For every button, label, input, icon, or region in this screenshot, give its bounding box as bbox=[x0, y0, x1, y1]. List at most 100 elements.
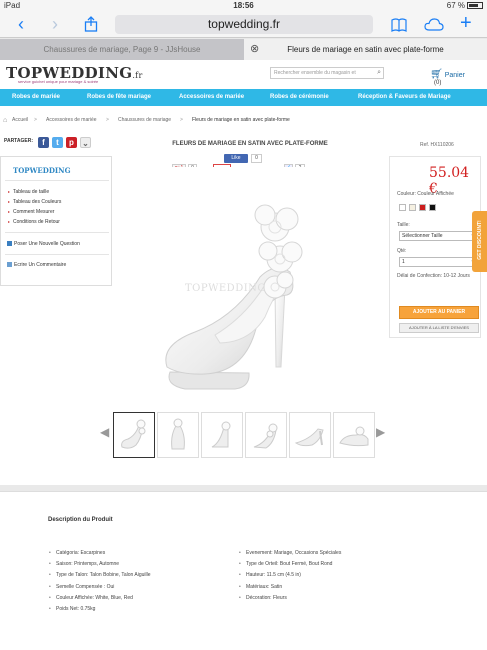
thumbnail[interactable] bbox=[157, 412, 199, 458]
nav-item-ceremonie[interactable]: Robes de cérémonie bbox=[270, 89, 329, 106]
question-icon bbox=[7, 241, 12, 246]
color-swatch[interactable] bbox=[429, 204, 436, 211]
comment-icon bbox=[7, 262, 12, 267]
breadcrumb-current: Fleurs de mariage en satin avec plate-fo… bbox=[192, 117, 290, 123]
how-to-measure-link[interactable]: Comment Mesurer bbox=[8, 209, 54, 215]
color-swatch[interactable] bbox=[399, 204, 406, 211]
new-tab-icon[interactable]: + bbox=[460, 13, 472, 33]
breadcrumb-item[interactable]: Accessoires de mariée bbox=[46, 117, 97, 123]
battery-percent: 67 % bbox=[446, 1, 465, 10]
home-icon[interactable]: ⌂ bbox=[3, 117, 7, 124]
color-chart-link[interactable]: Tableau des Couleurs bbox=[8, 199, 61, 205]
nav-item-reception[interactable]: Réception & Faveurs de Mariage bbox=[358, 89, 451, 106]
tab-label: Chaussures de mariage, Page 9 - JJsHouse bbox=[43, 45, 201, 54]
get-discount-label: GET DISCOUNT! bbox=[477, 220, 483, 260]
battery-indicator: 67 % bbox=[447, 1, 483, 10]
fb-like-count: 0 bbox=[251, 154, 262, 163]
size-chart-link[interactable]: Tableau de taille bbox=[8, 189, 49, 195]
bookmarks-icon[interactable] bbox=[391, 16, 407, 36]
description-title: Description du Produit bbox=[48, 517, 113, 523]
size-label: Taille: bbox=[397, 222, 410, 228]
back-icon[interactable]: ‹ bbox=[18, 14, 24, 34]
add-to-wishlist-button[interactable]: AJOUTER À LA LISTE D'ENVIES bbox=[399, 323, 479, 333]
browser-tabs: Chaussures de mariage, Page 9 - JJsHouse… bbox=[0, 39, 487, 60]
shoe-illustration bbox=[165, 204, 303, 390]
ask-question-label: Poser Une Nouvelle Question bbox=[14, 241, 80, 247]
product-section: PARTAGER: f t p ⌄ FLEURS DE MARIAGE EN S… bbox=[0, 133, 487, 485]
write-review-label: Ecrire Un Commentaire bbox=[14, 262, 67, 268]
attribute-item: Décoration: Fleurs bbox=[239, 595, 287, 601]
purchase-panel: 55.04 € Couleur: Couleur Affichée Taille… bbox=[389, 156, 481, 338]
facebook-icon[interactable]: f bbox=[38, 137, 49, 148]
get-discount-tab[interactable]: GET DISCOUNT! bbox=[472, 211, 487, 272]
url-text: topwedding.fr bbox=[207, 17, 281, 31]
color-label: Couleur: Couleur Affichée bbox=[397, 191, 454, 197]
product-title: FLEURS DE MARIAGE EN SATIN AVEC PLATE-FO… bbox=[172, 141, 328, 147]
nav-item-accessoires[interactable]: Accessoires de mariée bbox=[179, 89, 244, 106]
tab-label: Fleurs de mariage en satin avec plate-fo… bbox=[287, 45, 444, 54]
cart-icon: 🛒︎ bbox=[430, 69, 443, 80]
thumb-prev-icon[interactable]: ◀ bbox=[100, 425, 109, 439]
attribute-item: Catégoria: Escarpines bbox=[49, 550, 105, 556]
facebook-like-button[interactable]: Like bbox=[224, 154, 248, 163]
quantity-select[interactable]: 1▾ bbox=[399, 257, 477, 267]
attribute-item: Matériaux: Satin bbox=[239, 584, 282, 590]
attribute-item: Semelle Compensée : Oui bbox=[49, 584, 114, 590]
pinterest-icon[interactable]: p bbox=[66, 137, 77, 148]
share-icon[interactable] bbox=[84, 16, 98, 36]
close-icon[interactable]: ⊗ bbox=[250, 39, 259, 60]
breadcrumb: ⌂ Accueil > Accessoires de mariée > Chau… bbox=[0, 106, 487, 133]
info-sidebar: TOPWEDDING Tableau de taille Tableau des… bbox=[0, 156, 112, 286]
product-main-image[interactable]: TOPWEDDING bbox=[125, 167, 355, 429]
main-nav: Robes de mariée Robes de fête mariage Ac… bbox=[0, 89, 487, 106]
tab-jjshouse[interactable]: Chaussures de mariage, Page 9 - JJsHouse bbox=[0, 39, 244, 60]
attribute-item: Hauteur: 11.5 cm (4.5 in) bbox=[239, 572, 301, 578]
watermark: TOPWEDDING bbox=[185, 283, 266, 294]
breadcrumb-item[interactable]: Chaussures de mariage bbox=[118, 117, 171, 123]
thumbnail-strip bbox=[113, 412, 375, 458]
product-ref: Ref. HX110206 bbox=[420, 142, 454, 148]
cart-link[interactable]: 🛒︎ Panier (0) bbox=[430, 69, 465, 86]
twitter-icon[interactable]: t bbox=[52, 137, 63, 148]
thumbnail[interactable] bbox=[289, 412, 331, 458]
status-bar: iPad 18:56 67 % bbox=[0, 0, 487, 12]
thumbnail[interactable] bbox=[201, 412, 243, 458]
size-select-value: Sélectionner Taille bbox=[402, 233, 443, 239]
ask-question-link[interactable]: Poser Une Nouvelle Question bbox=[7, 241, 80, 247]
fb-like-label: Like bbox=[231, 155, 241, 161]
cart-count: (0) bbox=[434, 80, 442, 86]
thumbnail[interactable] bbox=[245, 412, 287, 458]
icloud-tabs-icon[interactable] bbox=[424, 16, 444, 36]
breadcrumb-separator: > bbox=[34, 117, 37, 123]
add-to-cart-button[interactable]: AJOUTER AU PANIER bbox=[399, 306, 479, 319]
attribute-item: Saison: Printemps, Automne bbox=[49, 561, 119, 567]
divider bbox=[5, 180, 109, 181]
write-review-link[interactable]: Ecrire Un Commentaire bbox=[7, 262, 66, 268]
return-policy-link[interactable]: Conditions de Retour bbox=[8, 219, 60, 225]
share-more-icon[interactable]: ⌄ bbox=[80, 137, 91, 148]
attribute-item: Couleur Affichée: White, Blue, Red bbox=[49, 595, 133, 601]
thumb-next-icon[interactable]: ▶ bbox=[376, 425, 385, 439]
color-swatch[interactable] bbox=[409, 204, 416, 211]
search-icon[interactable]: ⌕ bbox=[377, 68, 381, 78]
breadcrumb-item[interactable]: Accueil bbox=[12, 117, 28, 123]
clock: 18:56 bbox=[233, 1, 254, 10]
cart-label: Panier bbox=[444, 72, 465, 79]
nav-item-robes-fete[interactable]: Robes de fête mariage bbox=[87, 89, 151, 106]
product-description: Description du Produit Catégoria: Escarp… bbox=[0, 491, 487, 650]
site-search-input[interactable]: Rechercher ensemble du magasin et ⌕ bbox=[270, 67, 384, 79]
thumbnail[interactable] bbox=[113, 412, 155, 458]
attribute-item: Poids Net: 0.75kg bbox=[49, 606, 96, 612]
site-header: TOPWEDDING.fr service guichet unique pou… bbox=[0, 60, 487, 89]
logo-suffix: .fr bbox=[132, 71, 143, 80]
url-bar[interactable]: topwedding.fr bbox=[115, 15, 373, 34]
site-tagline: service guichet unique pour mariage & so… bbox=[18, 79, 99, 84]
color-swatch[interactable] bbox=[419, 204, 426, 211]
forward-icon[interactable]: › bbox=[52, 14, 58, 34]
add-to-wishlist-label: AJOUTER À LA LISTE D'ENVIES bbox=[409, 325, 469, 330]
breadcrumb-separator: > bbox=[180, 117, 183, 123]
tab-topwedding[interactable]: ⊗ Fleurs de mariage en satin avec plate-… bbox=[244, 39, 487, 60]
size-select[interactable]: Sélectionner Taille▾ bbox=[399, 231, 477, 241]
thumbnail[interactable] bbox=[333, 412, 375, 458]
nav-item-robes-mariee[interactable]: Robes de mariée bbox=[12, 89, 60, 106]
